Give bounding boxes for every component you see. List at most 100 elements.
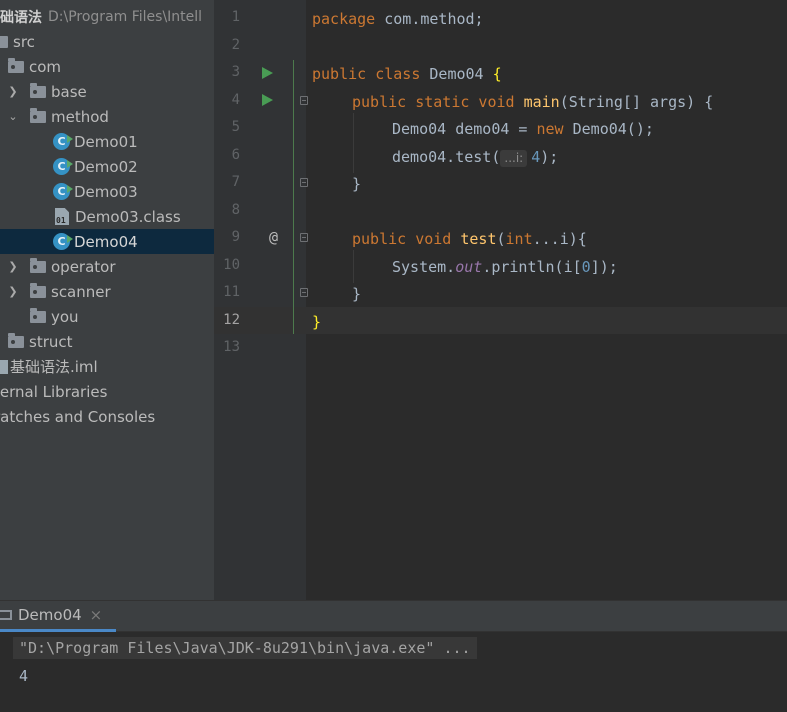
keyword: public class (312, 65, 421, 83)
current-line-highlight (214, 307, 787, 334)
run-main-icon[interactable] (262, 94, 273, 106)
keyword: public static void (352, 93, 515, 111)
tree-item-base[interactable]: ❯ base (0, 79, 214, 104)
java-class-icon: C (53, 158, 73, 175)
method-name: main (523, 93, 560, 111)
code-text: com.method; (375, 10, 484, 28)
chevron-right-icon[interactable]: ❯ (7, 285, 19, 298)
tree-item-iml[interactable]: 基础语法.iml (0, 354, 214, 379)
fold-icon[interactable] (300, 233, 308, 242)
project-name: 础语法 (0, 9, 42, 26)
run-tool-window: Demo04 × "D:\Program Files\Java\JDK-8u29… (0, 600, 787, 712)
tree-item-label: you (51, 307, 79, 326)
indent-guide (353, 250, 354, 283)
keyword: new (536, 120, 564, 138)
code-line-7: } (352, 174, 361, 194)
line-number: 10 (223, 257, 240, 273)
tree-item-struct[interactable]: struct (0, 329, 214, 354)
chevron-right-icon[interactable]: ❯ (7, 260, 19, 273)
line-number: 4 (231, 92, 240, 108)
project-tree[interactable]: 础语法 D:\Program Files\Intell src com ❯ ba… (0, 0, 214, 600)
tree-item-label: Demo03 (74, 182, 138, 201)
code-line-6: demo04.test(...i: 4); (392, 147, 558, 167)
code-line-1: package com.method; (312, 9, 484, 29)
tree-item-operator[interactable]: ❯ operator (0, 254, 214, 279)
tree-item-label: src (13, 32, 35, 51)
module-file-icon (0, 359, 8, 374)
code-line-11: } (352, 284, 361, 304)
line-number: 9 (231, 229, 240, 245)
tree-item-demo04[interactable]: C Demo04 (0, 229, 214, 254)
fold-icon[interactable] (300, 288, 308, 297)
line-number: 13 (223, 339, 240, 355)
tree-item-label: com (29, 57, 62, 76)
fold-icon[interactable] (300, 178, 308, 187)
tree-item-external-libraries[interactable]: ternal Libraries (0, 379, 208, 404)
chevron-right-icon[interactable]: ❯ (7, 85, 19, 98)
code-text: System. (392, 258, 456, 276)
line-number: 6 (231, 147, 240, 163)
java-class-icon: C (53, 133, 73, 150)
tree-item-src[interactable]: src (0, 29, 214, 54)
keyword: public void (352, 230, 452, 248)
package-folder-icon (8, 57, 24, 73)
number-literal: 4 (531, 148, 541, 166)
code-text: .println(i[ (482, 258, 582, 276)
matched-brace: } (312, 313, 322, 331)
keyword: package (312, 10, 376, 28)
tree-item-scanner[interactable]: ❯ scanner (0, 279, 214, 304)
code-text: ); (540, 148, 559, 166)
tree-item-label: Demo01 (74, 132, 138, 151)
override-marker-icon[interactable]: @ (269, 228, 278, 246)
tree-item-label: scanner (51, 282, 111, 301)
run-tab-label: Demo04 (18, 606, 82, 624)
tree-item-label: base (51, 82, 87, 101)
static-field: out (455, 258, 483, 276)
source-folder-icon (0, 35, 8, 48)
package-folder-icon (30, 282, 46, 298)
tree-item-label: struct (29, 332, 73, 351)
class-name: Demo04 (420, 65, 493, 83)
vcs-change-bar (293, 60, 294, 334)
chevron-down-icon[interactable]: ⌄ (7, 110, 19, 123)
tree-item-label: method (51, 107, 109, 126)
line-number: 11 (223, 284, 240, 300)
code-text: Demo04(); (563, 120, 654, 138)
indent-guide (353, 113, 354, 173)
code-line-4: public static void main(String[] args) { (352, 92, 713, 112)
close-icon[interactable]: × (90, 606, 103, 624)
code-text: ( (496, 230, 506, 248)
console-command-line[interactable]: "D:\Program Files\Java\JDK-8u291\bin\jav… (13, 637, 477, 659)
run-class-icon[interactable] (262, 67, 273, 79)
code-text: ...i){ (532, 230, 587, 248)
ide-window: 础语法 D:\Program Files\Intell src com ❯ ba… (0, 0, 787, 712)
line-number: 1 (231, 9, 240, 25)
code-text: } (352, 285, 362, 303)
line-number: 5 (231, 119, 240, 135)
run-tab-demo04[interactable]: Demo04 × (0, 601, 116, 632)
tree-item-com[interactable]: com (0, 54, 214, 79)
tree-item-demo01[interactable]: C Demo01 (0, 129, 214, 154)
tree-item-demo03-class[interactable]: Demo03.class (0, 204, 214, 229)
tree-item-you[interactable]: you (0, 304, 214, 329)
console-output: 4 (19, 667, 29, 685)
number-literal: 0 (581, 258, 591, 276)
tree-item-demo02[interactable]: C Demo02 (0, 154, 214, 179)
tree-item-scratches[interactable]: ratches and Consoles (0, 404, 208, 429)
tree-root[interactable]: 础语法 D:\Program Files\Intell (0, 4, 214, 29)
tree-item-label: ternal Libraries (0, 382, 108, 401)
code-line-9: public void test(int...i){ (352, 229, 587, 249)
package-folder-icon (30, 307, 46, 323)
keyword: int (505, 230, 533, 248)
matched-brace: { (492, 65, 502, 83)
tree-item-label: Demo03.class (75, 207, 181, 226)
tree-item-demo03[interactable]: C Demo03 (0, 179, 214, 204)
line-number: 2 (231, 37, 240, 53)
tree-item-method[interactable]: ⌄ method (0, 104, 214, 129)
fold-icon[interactable] (300, 96, 308, 105)
line-number: 3 (231, 64, 240, 80)
tree-item-label: Demo04 (74, 232, 138, 251)
project-path: D:\Program Files\Intell (48, 8, 203, 25)
code-editor[interactable] (306, 0, 787, 600)
code-text: demo04.test( (392, 148, 501, 166)
